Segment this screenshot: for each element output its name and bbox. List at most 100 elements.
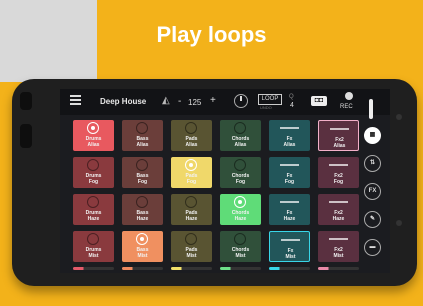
pad-bass-fog[interactable]: Bass Fog (122, 157, 163, 188)
record-label[interactable]: REC (340, 104, 353, 110)
pad-chords-mist[interactable]: Chords Mist (220, 231, 261, 262)
pad-label: Pads Haze (171, 210, 212, 222)
app-screen: Deep House ◭ - 125 + LOOP UNDO Q 4 ◘◘ RE… (60, 89, 390, 273)
mixer-icon[interactable]: ⇅ (364, 155, 381, 172)
line-icon (329, 164, 348, 166)
pad-label: Chords Alias (220, 136, 261, 148)
pad-fx2-alias[interactable]: Fx2 Alias (318, 120, 359, 151)
pad-label-sample: Haze (87, 216, 100, 222)
hamburger-icon[interactable] (70, 95, 81, 105)
edit-icon[interactable]: ✎ (364, 211, 381, 228)
metronome-icon[interactable]: ◭ (162, 95, 170, 106)
folder-icon[interactable]: ▬ (364, 239, 381, 256)
pad-drums-mist[interactable]: Drums Mist (73, 231, 114, 262)
pad-label-sample: Alias (87, 142, 100, 148)
pad-label-sample: Mist (186, 253, 197, 259)
pad-label: Fx Mist (270, 248, 311, 260)
pad-fx2-fog[interactable]: Fx2 Fog (318, 157, 359, 188)
pad-label-sample: Alias (283, 142, 296, 148)
pad-label-sample: Mist (235, 253, 246, 259)
pad-drums-haze[interactable]: Drums Haze (73, 194, 114, 225)
pad-label-sample: Alias (234, 142, 247, 148)
pad-fx-mist[interactable]: Fx Mist (269, 231, 310, 262)
pad-label-sample: Mist (285, 254, 296, 260)
side-toolbar: ▦ ⇅ FX ✎ ▬ (364, 127, 386, 267)
pad-label-sample: Haze (136, 216, 149, 222)
pad-drums-fog[interactable]: Drums Fog (73, 157, 114, 188)
pad-label: Fx Haze (269, 210, 310, 222)
pad-chords-fog[interactable]: Chords Fog (220, 157, 261, 188)
play-circle-icon (234, 196, 246, 208)
channel-stripe-fx[interactable] (269, 267, 310, 270)
pad-pads-fog[interactable]: Pads Fog (171, 157, 212, 188)
channel-stripe-pads[interactable] (171, 267, 212, 270)
record-icon[interactable] (345, 92, 353, 100)
pad-pads-haze[interactable]: Pads Haze (171, 194, 212, 225)
pad-bass-mist[interactable]: Bass Mist (122, 231, 163, 262)
preset-title[interactable]: Deep House (100, 97, 146, 106)
tempo-increase-button[interactable]: + (210, 95, 216, 106)
pad-pads-mist[interactable]: Pads Mist (171, 231, 212, 262)
play-circle-icon (136, 159, 148, 171)
pad-bass-alias[interactable]: Bass Alias (122, 120, 163, 151)
pad-label-sample: Fog (88, 179, 99, 185)
channel-stripe-drums[interactable] (73, 267, 114, 270)
pad-label-sample: Haze (234, 216, 247, 222)
level-meter (369, 99, 373, 119)
play-circle-icon (136, 233, 148, 245)
pad-label-sample: Haze (283, 216, 296, 222)
play-circle-icon (87, 122, 99, 134)
pad-label: Drums Alias (73, 136, 114, 148)
play-circle-icon (87, 196, 99, 208)
pad-fx-haze[interactable]: Fx Haze (269, 194, 310, 225)
channel-stripe-fx2[interactable] (318, 267, 359, 270)
line-icon (330, 128, 349, 130)
quantize-label: Q (289, 94, 294, 100)
pad-label: Chords Mist (220, 247, 261, 259)
line-icon (329, 201, 348, 203)
pad-pads-alias[interactable]: Pads Alias (171, 120, 212, 151)
pad-label-sample: Alias (333, 143, 346, 149)
phone-speaker-lower (20, 124, 32, 148)
top-bar: Deep House ◭ - 125 + LOOP UNDO Q 4 ◘◘ RE… (60, 89, 390, 115)
channel-stripe-chords[interactable] (220, 267, 261, 270)
pad-fx-fog[interactable]: Fx Fog (269, 157, 310, 188)
pad-label-sample: Haze (185, 216, 198, 222)
phone-speaker (20, 92, 32, 110)
line-icon (329, 238, 348, 240)
pad-fx2-haze[interactable]: Fx2 Haze (318, 194, 359, 225)
pad-label: Fx2 Alias (319, 137, 360, 149)
quantize-value[interactable]: 4 (290, 102, 294, 109)
grid-icon[interactable]: ▦ (364, 127, 381, 144)
play-circle-icon (234, 233, 246, 245)
pad-chords-haze[interactable]: Chords Haze (220, 194, 261, 225)
play-circle-icon (87, 233, 99, 245)
pad-label: Drums Fog (73, 173, 114, 185)
pad-label-sample: Mist (137, 253, 148, 259)
pad-fx-alias[interactable]: Fx Alias (269, 120, 310, 151)
pad-label-sample: Mist (333, 253, 344, 259)
play-circle-icon (234, 159, 246, 171)
pad-label-sample: Alias (185, 142, 198, 148)
pad-drums-alias[interactable]: Drums Alias (73, 120, 114, 151)
play-circle-icon (185, 159, 197, 171)
master-volume-knob-icon[interactable] (234, 94, 248, 108)
pad-bass-haze[interactable]: Bass Haze (122, 194, 163, 225)
pad-chords-alias[interactable]: Chords Alias (220, 120, 261, 151)
play-circle-icon (87, 159, 99, 171)
undo-label[interactable]: UNDO (260, 105, 272, 110)
pad-label: Fx2 Mist (318, 247, 359, 259)
fx-icon[interactable]: FX (364, 183, 381, 200)
pad-label: Bass Alias (122, 136, 163, 148)
channel-stripe-bass[interactable] (122, 267, 163, 270)
loop-button[interactable]: LOOP (258, 94, 282, 105)
tempo-decrease-button[interactable]: - (178, 96, 181, 107)
phone-camera (396, 114, 402, 120)
play-circle-icon (234, 122, 246, 134)
tape-icon[interactable]: ◘◘ (311, 96, 327, 106)
pad-label: Chords Fog (220, 173, 261, 185)
pad-label: Drums Haze (73, 210, 114, 222)
line-icon (281, 239, 300, 241)
play-circle-icon (136, 122, 148, 134)
pad-fx2-mist[interactable]: Fx2 Mist (318, 231, 359, 262)
